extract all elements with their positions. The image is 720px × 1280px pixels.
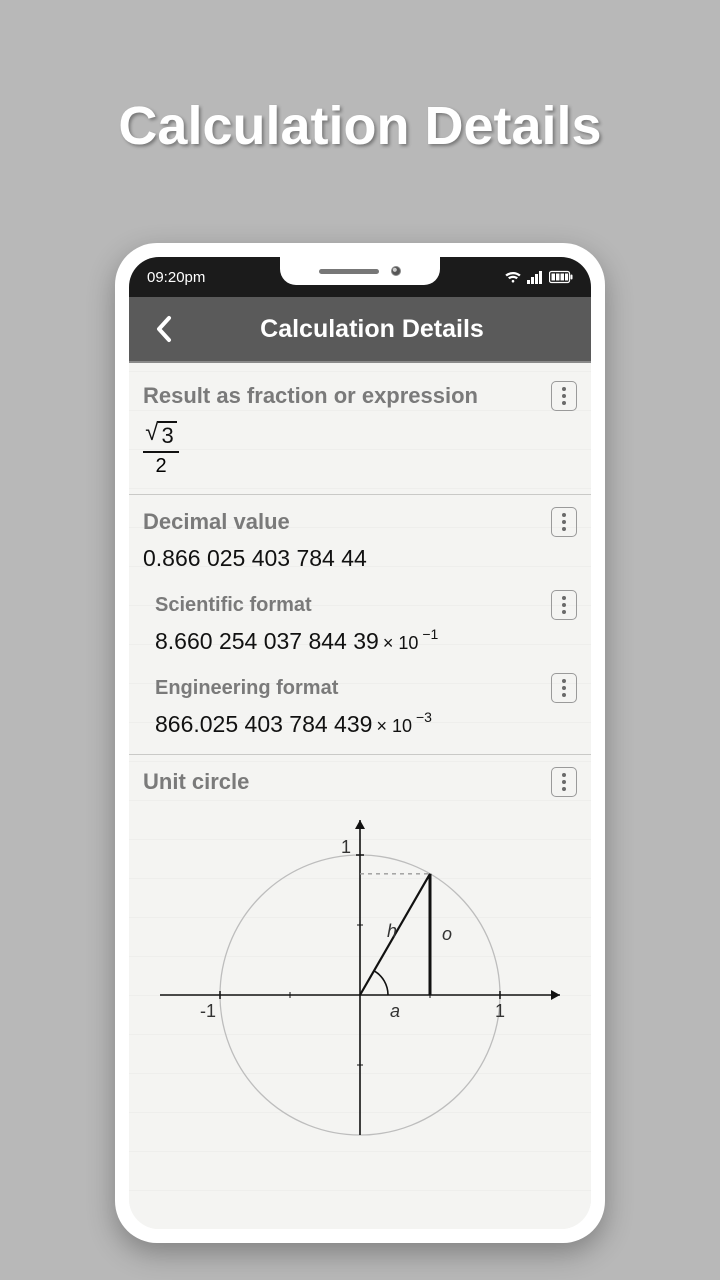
fraction-bar	[143, 451, 179, 453]
phone-frame: 09:20pm Calculation Details Resu	[115, 243, 605, 1243]
phone-notch	[280, 257, 440, 285]
more-button-decimal[interactable]	[551, 507, 577, 537]
status-bar: 09:20pm	[129, 257, 591, 297]
header-title: Calculation Details	[165, 315, 579, 344]
engineering-value: 866.025 403 784 439 × 10 −3	[155, 711, 577, 738]
scientific-mantissa: 8.660 254 037 844 39	[155, 628, 379, 655]
scientific-exponent: −1	[422, 626, 438, 642]
label-opposite: o	[442, 924, 452, 944]
subsection-engineering: Engineering format 866.025 403 784 439 ×…	[143, 673, 577, 738]
scientific-value: 8.660 254 037 844 39 × 10 −1	[155, 628, 577, 655]
page-heading: Calculation Details	[0, 0, 720, 157]
content-area[interactable]: Result as fraction or expression √ 3 2	[129, 363, 591, 1229]
more-button-engineering[interactable]	[551, 673, 577, 703]
decimal-label: Decimal value	[143, 509, 290, 535]
section-fraction: Result as fraction or expression √ 3 2	[129, 363, 591, 494]
more-button-scientific[interactable]	[551, 590, 577, 620]
signal-icon	[527, 270, 543, 284]
radical-icon: √	[145, 421, 158, 445]
battery-icon	[549, 270, 573, 284]
more-button-unit-circle[interactable]	[551, 767, 577, 797]
fraction-value: √ 3 2	[143, 421, 577, 478]
decimal-value: 0.866 025 403 784 44	[143, 545, 577, 572]
app-header: Calculation Details	[129, 297, 591, 363]
label-adjacent: a	[390, 1001, 400, 1021]
unit-circle-diagram: -1 1 1 h o a	[143, 805, 577, 1145]
speaker-grill	[319, 269, 379, 274]
engineering-label: Engineering format	[155, 677, 338, 700]
phone-screen: 09:20pm Calculation Details Resu	[129, 257, 591, 1229]
status-time: 09:20pm	[147, 269, 205, 286]
denominator: 2	[155, 455, 166, 478]
more-button-fraction[interactable]	[551, 381, 577, 411]
scientific-times: × 10	[383, 633, 419, 654]
unit-circle-label: Unit circle	[143, 769, 249, 795]
scientific-label: Scientific format	[155, 594, 312, 617]
axis-label-pos-x: 1	[495, 1001, 505, 1021]
engineering-exponent: −3	[416, 709, 432, 725]
front-camera-icon	[391, 266, 401, 276]
engineering-times: × 10	[376, 716, 412, 737]
radicand: 3	[158, 421, 176, 449]
label-hypotenuse: h	[387, 921, 397, 941]
status-icons	[505, 270, 573, 284]
axis-label-pos-y: 1	[341, 837, 351, 857]
axis-label-neg-x: -1	[200, 1001, 216, 1021]
wifi-icon	[505, 270, 521, 284]
engineering-mantissa: 866.025 403 784 439	[155, 711, 372, 738]
section-decimal: Decimal value 0.866 025 403 784 44 Scien…	[129, 494, 591, 754]
section-unit-circle: Unit circle	[129, 754, 591, 1161]
subsection-scientific: Scientific format 8.660 254 037 844 39 ×…	[143, 590, 577, 655]
fraction-label: Result as fraction or expression	[143, 383, 478, 409]
